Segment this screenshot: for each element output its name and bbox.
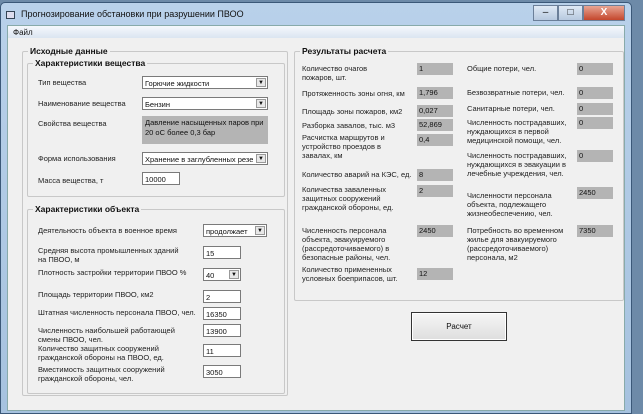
shift-input[interactable]: 13900 (203, 324, 241, 337)
result-value: 0,4 (417, 134, 453, 146)
activity-label: Деятельность объекта в военное время (38, 226, 177, 235)
result-label: Численности персонала объекта, подлежаще… (467, 191, 553, 218)
result-label: Количество примененных условных боеприпа… (302, 265, 398, 283)
input-group-title: Исходные данные (28, 46, 110, 56)
result-value: 0 (577, 103, 613, 115)
result-value: 0 (577, 87, 613, 99)
height-label: Средняя высота промышленных зданий на ПВ… (38, 246, 179, 264)
results-group-title: Результаты расчета (300, 46, 389, 56)
type-label: Тип вещества (38, 78, 87, 87)
result-label: Площадь зоны пожаров, км2 (302, 107, 403, 116)
form-label: Форма использования (38, 154, 116, 163)
result-value: 7350 (577, 225, 613, 237)
result-label: Количества заваленных защитных сооружени… (302, 185, 394, 212)
chevron-down-icon: ▼ (229, 270, 239, 279)
minimize-button[interactable]: – (533, 5, 558, 21)
result-value: 2450 (577, 187, 613, 199)
staff-label: Штатная численность персонала ПВОО, чел. (38, 308, 196, 317)
result-label: Численность пострадавших, нуждающихся в … (467, 118, 567, 145)
staff-input[interactable]: 16350 (203, 307, 241, 320)
app-icon (6, 11, 15, 19)
density-select[interactable]: 40 ▼ (203, 268, 241, 281)
result-label: Санитарные потери, чел. (467, 104, 555, 113)
input-group: Исходные данные Характеристики вещества … (22, 46, 288, 396)
result-label: Общие потери, чел. (467, 64, 537, 73)
calculate-button[interactable]: Расчет (411, 312, 507, 341)
area-label: Площадь территории ПВОО, км2 (38, 290, 154, 299)
chevron-down-icon: ▼ (256, 154, 266, 163)
result-label: Расчистка маршрутов и устройство проездо… (302, 133, 385, 160)
substance-group-title: Характеристики вещества (33, 58, 148, 68)
result-value: 2450 (417, 225, 453, 237)
result-label: Разборка завалов, тыс. м3 (302, 121, 396, 130)
shift-label: Численность наибольшей работающей смены … (38, 326, 175, 344)
result-label: Потребность во временном жилье для эваку… (467, 226, 564, 262)
menu-file[interactable]: Файл (13, 28, 33, 37)
mass-label: Масса вещества, т (38, 176, 104, 185)
shelters-label: Количество защитных сооружений гражданск… (38, 344, 164, 362)
mass-input[interactable]: 10000 (142, 172, 180, 185)
type-select[interactable]: Горючие жидкости ▼ (142, 76, 268, 89)
menu-bar: Файл (8, 26, 624, 38)
result-value: 0 (577, 117, 613, 129)
props-label: Свойства вещества (38, 119, 107, 128)
result-label: Количество аварий на КЭС, ед. (302, 170, 412, 179)
result-value: 0 (577, 63, 613, 75)
capacity-label: Вместимость защитных сооружений гражданс… (38, 365, 165, 383)
close-button[interactable]: X (583, 5, 625, 21)
activity-select[interactable]: продолжает ▼ (203, 224, 267, 237)
result-label: Безвозвратные потери, чел. (467, 88, 565, 97)
maximize-button[interactable]: □ (558, 5, 583, 21)
name-select[interactable]: Бензин ▼ (142, 97, 268, 110)
height-input[interactable]: 15 (203, 246, 241, 259)
result-value: 0 (577, 150, 613, 162)
form-select[interactable]: Хранение в заглубленных резер ▼ (142, 152, 268, 165)
chevron-down-icon: ▼ (256, 99, 266, 108)
result-value: 52,869 (417, 119, 453, 131)
client-area: Файл Исходные данные Характеристики веще… (7, 25, 625, 411)
window-title: Прогнозирование обстановки при разрушени… (21, 9, 244, 19)
chevron-down-icon: ▼ (255, 226, 265, 235)
name-label: Наименование вещества (38, 99, 126, 108)
result-label: Численность пострадавших, нуждающихся в … (467, 151, 567, 178)
object-group-title: Характеристики объекта (33, 204, 142, 214)
density-label: Плотность застройки территории ПВОО % (38, 268, 187, 277)
object-group: Характеристики объекта Деятельность объе… (27, 204, 285, 394)
app-window: Прогнозирование обстановки при разрушени… (0, 2, 632, 414)
props-value: Давление насыщенных паров при 20 оС боле… (142, 116, 268, 144)
result-value: 12 (417, 268, 453, 280)
chevron-down-icon: ▼ (256, 78, 266, 87)
shelters-input[interactable]: 11 (203, 344, 241, 357)
result-label: Количество очагов пожаров, шт. (302, 64, 368, 82)
result-value: 2 (417, 185, 453, 197)
results-group: Результаты расчета Количество очагов пож… (294, 46, 624, 301)
result-value: 0,027 (417, 105, 453, 117)
result-label: Протяженность зоны огня, км (302, 89, 405, 98)
result-label: Численность персонала объекта, эвакуируе… (302, 226, 391, 262)
capacity-input[interactable]: 3050 (203, 365, 241, 378)
result-value: 1,796 (417, 87, 453, 99)
result-value: 8 (417, 169, 453, 181)
substance-group: Характеристики вещества Тип вещества Гор… (27, 58, 285, 197)
result-value: 1 (417, 63, 453, 75)
area-input[interactable]: 2 (203, 290, 241, 303)
